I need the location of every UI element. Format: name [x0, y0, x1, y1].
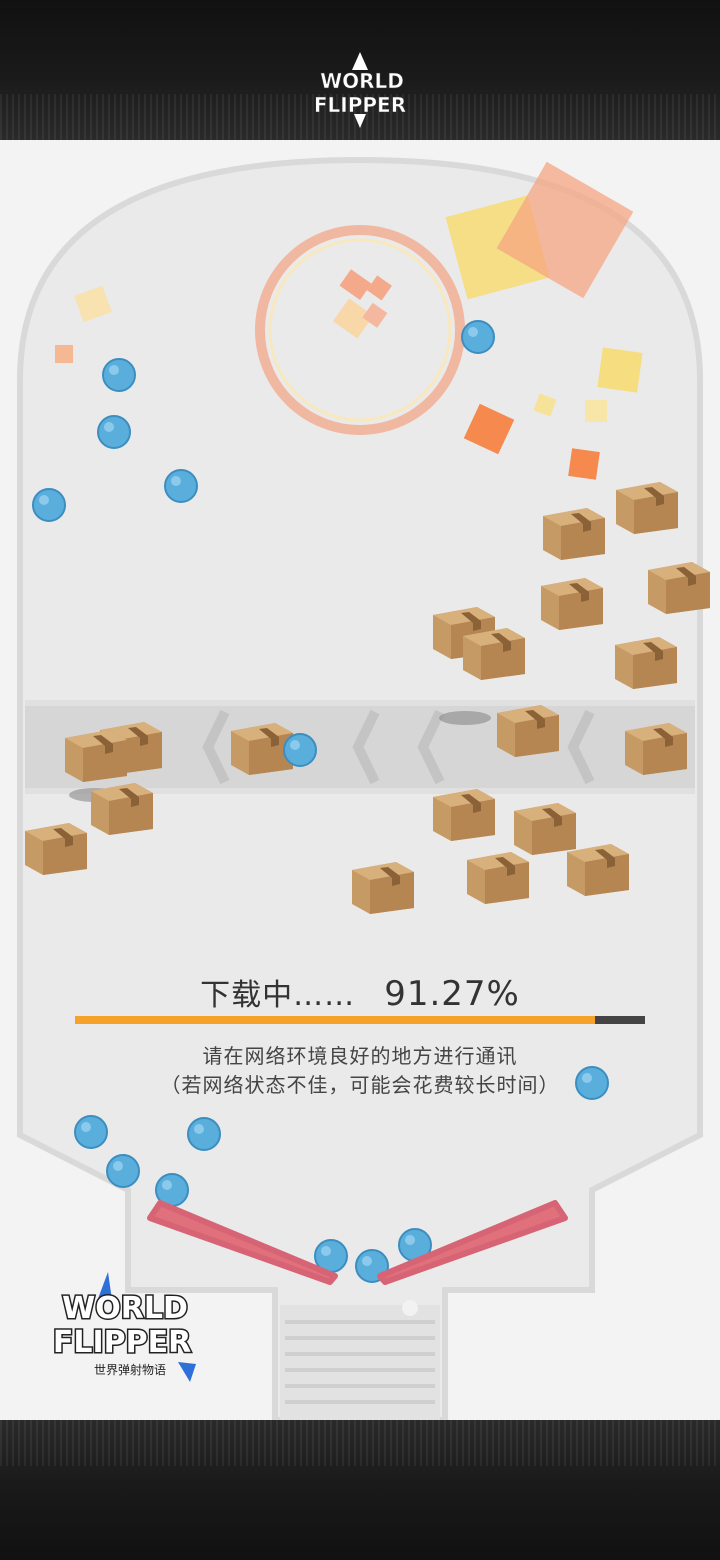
- progress-bar-track: [75, 1016, 645, 1024]
- corner-logo-line2: FLIPPER: [53, 1325, 191, 1360]
- drain: [280, 1305, 440, 1420]
- corner-logo-line1: WORLD: [62, 1291, 188, 1326]
- world-flipper-logo-icon: WORLD FLIPPER: [314, 52, 406, 128]
- cardboard-boxes: [25, 482, 710, 914]
- network-notice-line1: 请在网络环境良好的地方进行通讯: [202, 1044, 518, 1068]
- loading-label: 下载中……: [200, 978, 356, 1013]
- top-banner: WORLD FLIPPER: [0, 0, 720, 140]
- table-outline: [17, 156, 703, 1423]
- bottom-banner: [0, 1420, 720, 1560]
- logo-line1: WORLD: [320, 69, 404, 93]
- loading-percent: 91.27%: [384, 974, 520, 1014]
- network-notice-line2: （若网络状态不佳，可能会花费较长时间）: [160, 1073, 560, 1097]
- logo-line2: FLIPPER: [314, 93, 406, 117]
- conveyor-belt: [25, 705, 695, 790]
- pinball-balls: [32, 320, 609, 1437]
- progress-bar-fill: [75, 1016, 596, 1024]
- right-flipper: [377, 1200, 568, 1285]
- target-pixel-cluster: [332, 269, 392, 339]
- world-flipper-corner-logo-icon: WORLD FLIPPER 世界弹射物语: [51, 1272, 196, 1382]
- corner-logo-subtitle: 世界弹射物语: [94, 1362, 166, 1377]
- game-loading-screen: WORLD FLIPPER 下载中…… 91.27% 请在网络环境良好的地方进行…: [0, 0, 720, 1560]
- download-progress-panel: 下载中…… 91.27% 请在网络环境良好的地方进行通讯 （若网络状态不佳，可能…: [0, 960, 720, 1100]
- target-ring: [255, 225, 465, 435]
- loading-status-row: 下载中…… 91.27%: [0, 970, 720, 1014]
